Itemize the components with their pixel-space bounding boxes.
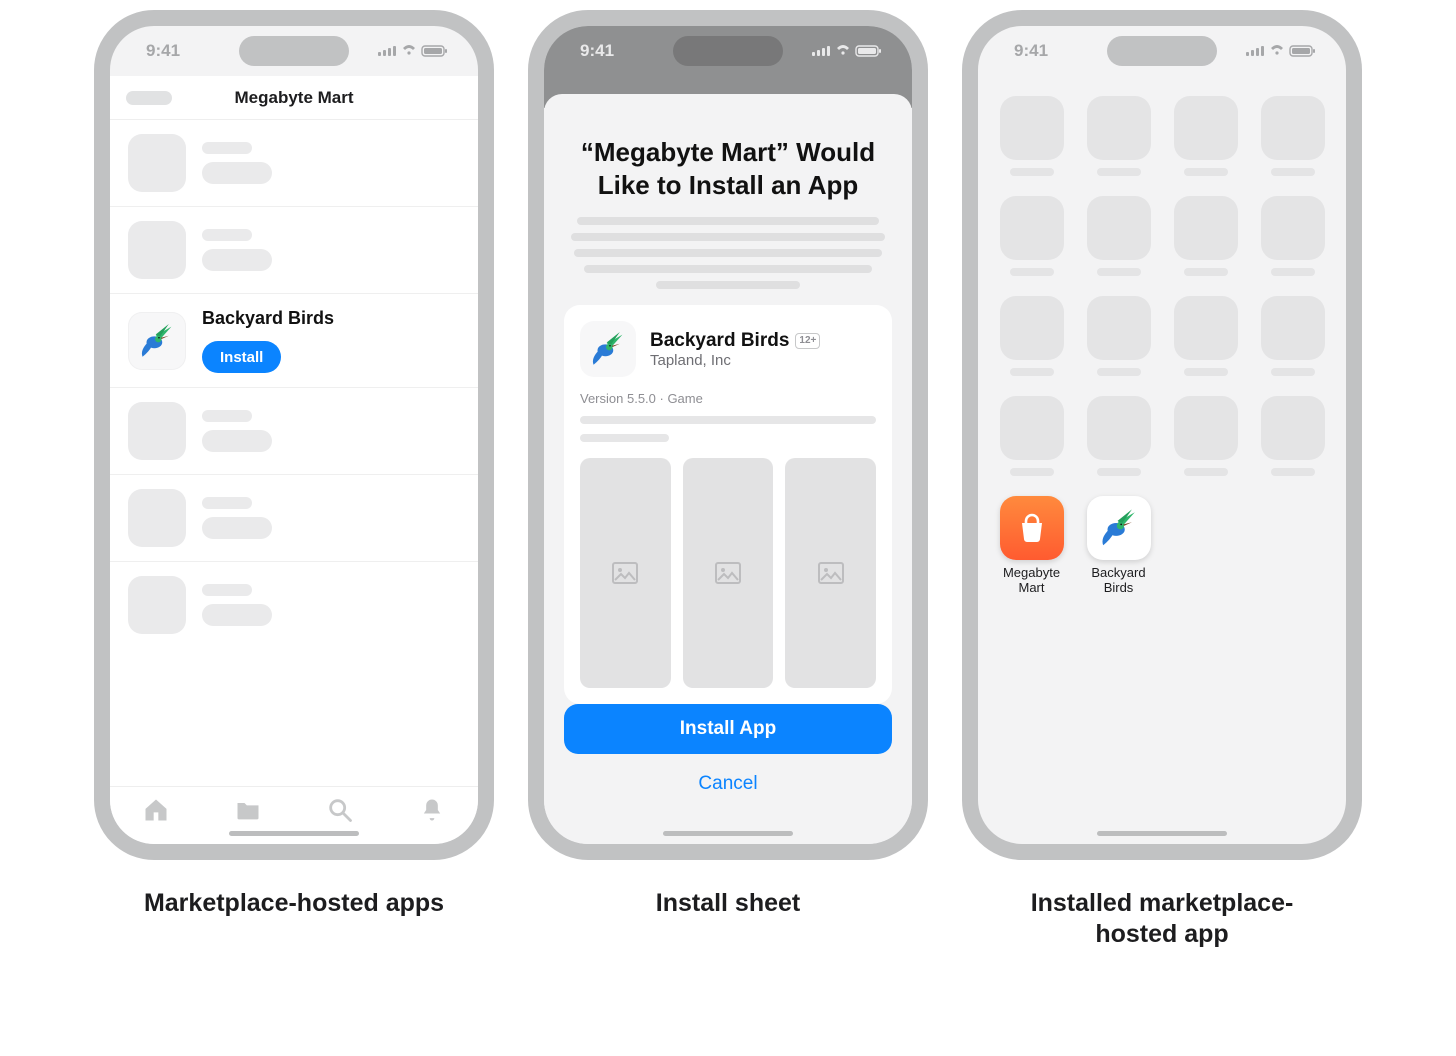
- cancel-button[interactable]: Cancel: [564, 762, 892, 806]
- hummingbird-icon: [136, 320, 178, 362]
- app-placeholder[interactable]: [1261, 196, 1325, 276]
- app-icon-placeholder: [128, 134, 186, 192]
- phone-marketplace: 9:41 Megabyte Mart: [94, 10, 494, 860]
- app-meta: Version 5.5.0 · Game: [580, 391, 876, 406]
- home-indicator[interactable]: [663, 831, 793, 836]
- developer-name: Tapland, Inc: [650, 352, 820, 369]
- app-icon-backyard-birds: [128, 312, 186, 370]
- sheet-title: “Megabyte Mart” Would Like to Install an…: [564, 136, 892, 201]
- app-icon-backyard-birds: [1087, 496, 1151, 560]
- app-title: Backyard Birds: [202, 308, 334, 329]
- home-indicator[interactable]: [1097, 831, 1227, 836]
- hummingbird-icon: [587, 328, 629, 370]
- app-icon-placeholder: [128, 402, 186, 460]
- app-icon-placeholder: [128, 576, 186, 634]
- app-placeholder[interactable]: [1261, 396, 1325, 476]
- age-rating-badge: 12+: [795, 333, 820, 349]
- bell-icon: [418, 796, 446, 824]
- folder-icon: [234, 796, 262, 824]
- app-placeholder[interactable]: [1000, 96, 1064, 176]
- list-item-backyard-birds[interactable]: Backyard Birds Install: [110, 294, 478, 388]
- app-megabyte-mart[interactable]: Megabyte Mart: [1000, 496, 1064, 596]
- tab-browse[interactable]: [234, 796, 262, 829]
- status-icons: [1246, 44, 1318, 58]
- caption-1: Marketplace-hosted apps: [144, 888, 444, 919]
- phone-install-sheet: 9:41 “Megabyte Mart” Would: [528, 10, 928, 860]
- app-placeholder[interactable]: [1174, 396, 1238, 476]
- dynamic-island: [1107, 36, 1217, 66]
- dynamic-island: [673, 36, 783, 66]
- app-placeholder[interactable]: [1087, 296, 1151, 376]
- app-backyard-birds[interactable]: Backyard Birds: [1087, 496, 1151, 596]
- dynamic-island: [239, 36, 349, 66]
- app-card: Backyard Birds 12+ Tapland, Inc Version …: [564, 305, 892, 704]
- install-app-button[interactable]: Install App: [564, 704, 892, 754]
- image-icon: [612, 562, 638, 584]
- house-icon: [142, 796, 170, 824]
- status-time: 9:41: [1014, 41, 1048, 61]
- app-placeholder[interactable]: [1000, 296, 1064, 376]
- install-button[interactable]: Install: [202, 341, 281, 373]
- description-placeholder: [564, 217, 892, 289]
- image-icon: [818, 562, 844, 584]
- app-icon-backyard-birds: [580, 321, 636, 377]
- tab-alerts[interactable]: [418, 796, 446, 829]
- screenshot-placeholder[interactable]: [785, 458, 876, 688]
- screenshots-row[interactable]: [580, 458, 876, 688]
- back-button-placeholder[interactable]: [126, 91, 172, 105]
- app-icon-placeholder: [128, 489, 186, 547]
- screenshot-placeholder[interactable]: [683, 458, 774, 688]
- caption-3: Installed marketplace-hosted app: [992, 888, 1332, 951]
- app-placeholder[interactable]: [1174, 296, 1238, 376]
- tab-home[interactable]: [142, 796, 170, 829]
- home-screen-grid[interactable]: Megabyte Mart Backy: [978, 76, 1346, 596]
- nav-bar: Megabyte Mart: [110, 76, 478, 120]
- nav-title: Megabyte Mart: [234, 88, 353, 108]
- app-name: Backyard Birds: [650, 330, 789, 352]
- app-placeholder[interactable]: [1087, 196, 1151, 276]
- app-label: Backyard Birds: [1087, 566, 1151, 596]
- app-placeholder[interactable]: [1087, 96, 1151, 176]
- app-placeholder[interactable]: [1261, 96, 1325, 176]
- status-icons: [812, 44, 884, 58]
- app-placeholder[interactable]: [1087, 396, 1151, 476]
- hummingbird-icon: [1096, 505, 1142, 551]
- caption-2: Install sheet: [656, 888, 801, 919]
- app-icon-megabyte-mart: [1000, 496, 1064, 560]
- status-time: 9:41: [146, 41, 180, 61]
- app-placeholder[interactable]: [1174, 196, 1238, 276]
- screenshot-placeholder[interactable]: [580, 458, 671, 688]
- app-placeholder[interactable]: [1174, 96, 1238, 176]
- install-sheet: “Megabyte Mart” Would Like to Install an…: [544, 94, 912, 844]
- list-item[interactable]: [110, 207, 478, 294]
- tab-search[interactable]: [326, 796, 354, 829]
- list-item[interactable]: [110, 562, 478, 648]
- list-item[interactable]: [110, 475, 478, 562]
- phone-home-screen: 9:41: [962, 10, 1362, 860]
- app-icon-placeholder: [128, 221, 186, 279]
- list-item[interactable]: [110, 388, 478, 475]
- list-item[interactable]: [110, 120, 478, 207]
- app-placeholder[interactable]: [1000, 396, 1064, 476]
- status-icons: [378, 44, 450, 58]
- image-icon: [715, 562, 741, 584]
- home-indicator[interactable]: [229, 831, 359, 836]
- shopping-bag-icon: [1014, 510, 1050, 546]
- app-placeholder[interactable]: [1261, 296, 1325, 376]
- app-list[interactable]: Backyard Birds Install: [110, 120, 478, 786]
- status-time: 9:41: [580, 41, 614, 61]
- app-label: Megabyte Mart: [1000, 566, 1064, 596]
- app-placeholder[interactable]: [1000, 196, 1064, 276]
- search-icon: [326, 796, 354, 824]
